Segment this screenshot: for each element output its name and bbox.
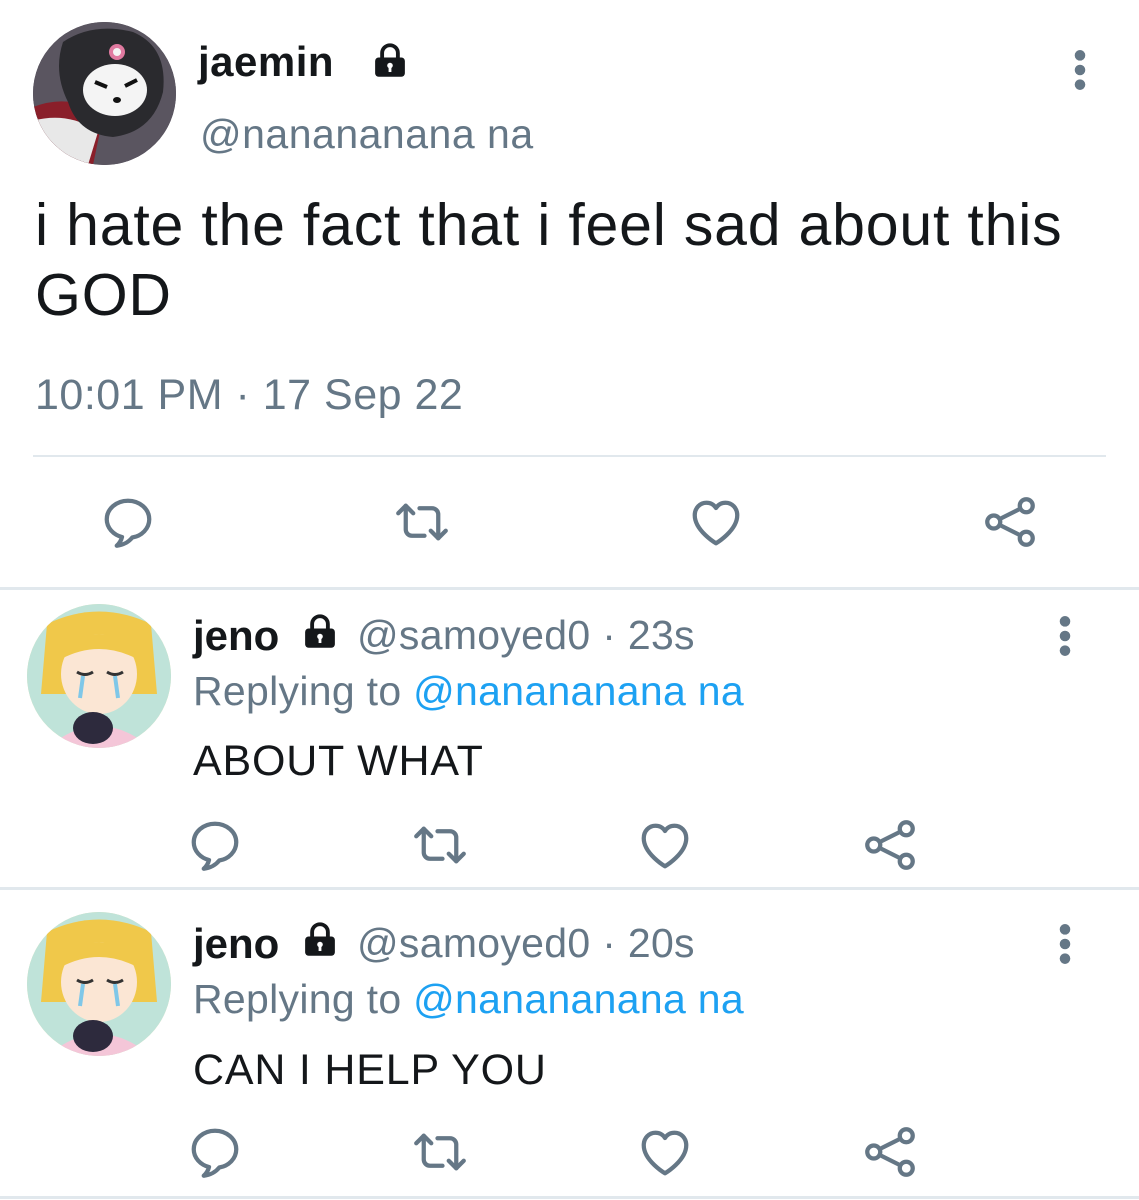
display-name[interactable]: jeno (193, 920, 279, 968)
lock-icon (299, 919, 341, 961)
display-name[interactable]: jaemin (198, 38, 334, 86)
divider (0, 887, 1139, 890)
avatar[interactable] (27, 912, 171, 1056)
share-icon[interactable] (860, 1122, 920, 1182)
reply-icon[interactable] (185, 815, 245, 875)
reply-icon[interactable] (185, 1122, 245, 1182)
reply-meta: @samoyed0 · 23s (357, 612, 695, 658)
share-icon[interactable] (860, 815, 920, 875)
retweet-icon[interactable] (410, 1122, 470, 1182)
share-icon[interactable] (980, 492, 1040, 552)
retweet-icon[interactable] (392, 492, 452, 552)
lock-icon (299, 611, 341, 653)
user-handle[interactable]: @nanananana na (200, 111, 534, 158)
divider (0, 587, 1139, 590)
tweet-text: CAN I HELP YOU (193, 1046, 547, 1094)
retweet-icon[interactable] (410, 815, 470, 875)
mention-link[interactable]: @nanananana na (413, 668, 744, 714)
divider (33, 455, 1106, 457)
reply-time[interactable]: 23s (628, 612, 695, 658)
replying-to: Replying to @nanananana na (193, 976, 744, 1023)
reply-time[interactable]: 20s (628, 920, 695, 966)
lock-icon (369, 40, 411, 82)
more-options-icon[interactable] (1066, 48, 1094, 92)
sailor-moon-avatar-icon (27, 604, 171, 748)
like-icon[interactable] (635, 815, 695, 875)
more-options-icon[interactable] (1051, 614, 1079, 658)
kuromi-avatar-icon (33, 22, 176, 165)
mention-link[interactable]: @nanananana na (413, 976, 744, 1022)
user-handle[interactable]: @samoyed0 (357, 920, 591, 966)
display-name[interactable]: jeno (193, 612, 279, 660)
like-icon[interactable] (686, 492, 746, 552)
more-options-icon[interactable] (1051, 922, 1079, 966)
reply-icon[interactable] (98, 492, 158, 552)
replying-to: Replying to @nanananana na (193, 668, 744, 715)
user-handle[interactable]: @samoyed0 (357, 612, 591, 658)
tweet-text: i hate the fact that i feel sad about th… (35, 192, 1063, 328)
replying-prefix: Replying to (193, 976, 402, 1022)
replying-prefix: Replying to (193, 668, 402, 714)
tweet-text: ABOUT WHAT (193, 737, 484, 785)
tweet-timestamp[interactable]: 10:01 PM · 17 Sep 22 (35, 371, 463, 420)
reply-meta: @samoyed0 · 20s (357, 920, 695, 966)
divider (0, 1196, 1139, 1199)
like-icon[interactable] (635, 1122, 695, 1182)
avatar[interactable] (33, 22, 176, 165)
avatar[interactable] (27, 604, 171, 748)
sailor-moon-avatar-icon (27, 912, 171, 1056)
